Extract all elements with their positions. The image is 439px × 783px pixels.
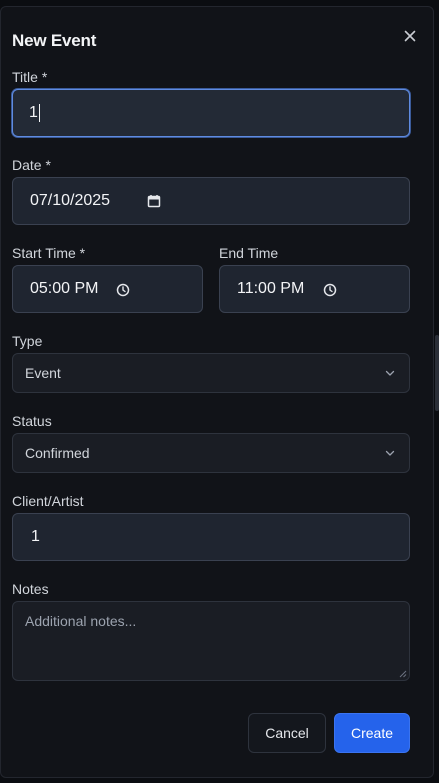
- end-time-input[interactable]: 11:00 PM: [219, 265, 410, 313]
- resize-handle-icon[interactable]: [399, 670, 407, 678]
- clock-icon: [323, 283, 337, 297]
- client-artist-input[interactable]: 1: [12, 513, 410, 561]
- new-event-dialog: New Event Title * 1 Date * 07/10/2025 St…: [0, 6, 434, 778]
- end-time-picker-button[interactable]: [322, 282, 338, 298]
- dialog-title: New Event: [12, 31, 97, 50]
- notes-textarea[interactable]: Additional notes...: [12, 601, 410, 681]
- client-artist-value: 1: [31, 528, 40, 545]
- chevron-down-icon: [385, 450, 395, 456]
- type-select-value: Event: [25, 365, 61, 381]
- type-label: Type: [12, 333, 43, 349]
- start-time-input[interactable]: 05:00 PM: [12, 265, 203, 313]
- notes-placeholder: Additional notes...: [25, 613, 137, 629]
- client-artist-label: Client/Artist: [12, 493, 84, 509]
- start-time-picker-button[interactable]: [115, 282, 131, 298]
- status-select[interactable]: Confirmed: [12, 433, 410, 473]
- date-input-value: 07/10/2025: [30, 192, 111, 209]
- end-time-label: End Time: [219, 245, 279, 261]
- start-time-value: 05:00 PM: [30, 280, 99, 297]
- type-select[interactable]: Event: [12, 353, 410, 393]
- status-select-value: Confirmed: [25, 445, 90, 461]
- close-icon: [404, 30, 416, 42]
- title-label: Title *: [12, 69, 48, 85]
- chevron-down-icon: [385, 370, 395, 376]
- text-caret: [38, 104, 40, 122]
- cancel-button[interactable]: Cancel: [248, 713, 326, 753]
- start-time-label: Start Time *: [12, 245, 86, 261]
- create-button[interactable]: Create: [334, 713, 410, 753]
- end-time-value: 11:00 PM: [237, 280, 305, 297]
- notes-label: Notes: [12, 581, 49, 597]
- calendar-icon: [147, 195, 161, 208]
- scrollbar[interactable]: [435, 335, 439, 411]
- date-input[interactable]: 07/10/2025: [12, 177, 410, 225]
- close-button[interactable]: [399, 25, 421, 47]
- clock-icon: [116, 283, 130, 297]
- title-input[interactable]: 1: [12, 89, 410, 137]
- date-picker-button[interactable]: [146, 193, 162, 209]
- title-input-value: 1: [29, 104, 38, 121]
- date-label: Date *: [12, 157, 51, 173]
- status-label: Status: [12, 413, 52, 429]
